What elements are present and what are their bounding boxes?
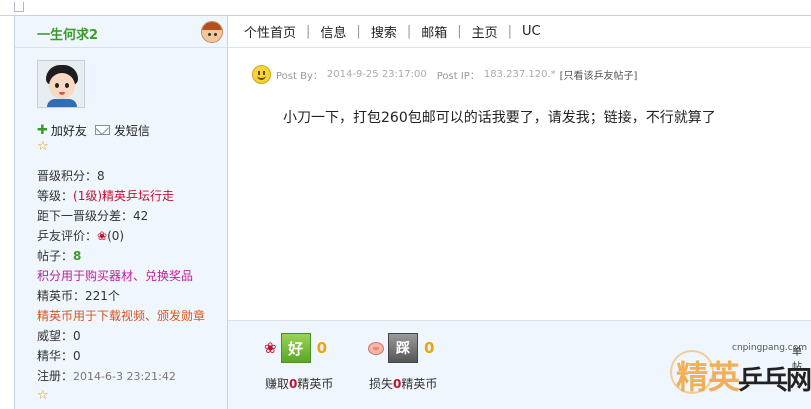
- plus-icon: ✚: [37, 122, 48, 138]
- sidebar-header: 一生何求2: [15, 16, 227, 48]
- post-meta: Post By： 2014-9-25 23:17:00 Post IP： 183…: [252, 64, 637, 84]
- user-actions: ✚ 加好友 发短信: [37, 122, 150, 138]
- earn-coins-label: 赚取0精英币: [265, 377, 334, 391]
- nav-mailbox[interactable]: 邮箱: [421, 22, 447, 41]
- stat-prestige: 威望：0: [37, 329, 81, 343]
- coins-usage-link[interactable]: 精英币用于下载视频、颁发勋章: [37, 306, 227, 326]
- stat-posts: 帖子：8: [37, 249, 82, 263]
- post-ip-label: Post IP：: [436, 70, 480, 82]
- user-nav: 个性首页 | 信息 | 搜索 | 邮箱 | 主页 | UC: [228, 16, 811, 48]
- user-stats: 晋级积分：8 等级：(1级)精英乒坛行走 距下一晋级分差：42 乒友评价：❀(0…: [37, 166, 227, 386]
- star-icon: ☆: [37, 139, 49, 154]
- nav-home[interactable]: 个性首页: [244, 22, 296, 41]
- tread-icon[interactable]: 踩: [388, 333, 418, 363]
- site-watermark: cnpingpang.com 单帖 精英 乒乓网: [670, 336, 811, 409]
- nav-search[interactable]: 搜索: [371, 22, 397, 41]
- send-message-link[interactable]: 发短信: [114, 122, 150, 139]
- add-friend-link[interactable]: 加好友: [51, 122, 87, 139]
- only-this-user-link[interactable]: [只看该乒友帖子]: [560, 67, 638, 82]
- nav-uc[interactable]: UC: [522, 24, 541, 39]
- smiley-icon: [252, 64, 271, 84]
- top-strip: [0, 0, 811, 16]
- bad-count: 0: [424, 339, 435, 357]
- stat-points: 晋级积分：8: [37, 169, 105, 183]
- nav-info[interactable]: 信息: [320, 22, 346, 41]
- username-link[interactable]: 一生何求2: [37, 24, 98, 43]
- points-usage-link[interactable]: 积分用于购买器材、兑换奖品: [37, 266, 227, 286]
- rate-bad[interactable]: 踩 0: [368, 333, 434, 363]
- stat-coins: 精英币：221个: [37, 289, 120, 303]
- stat-registered: 注册：2014-6-3 23:21:42: [37, 369, 176, 383]
- stat-essence: 精华：0: [37, 349, 81, 363]
- post-by-label: Post By：: [276, 70, 323, 82]
- star-icon: ☆: [37, 388, 49, 403]
- top-checkbox-icon: [14, 2, 24, 12]
- mail-icon: [94, 125, 110, 135]
- pig-icon: [368, 341, 384, 355]
- good-count: 0: [316, 339, 328, 357]
- lose-coins-label: 损失0精英币: [369, 377, 438, 391]
- post-time: 2014-9-25 23:17:00: [326, 68, 427, 80]
- post-ip: 183.237.120.*: [483, 68, 556, 80]
- nav-homepage[interactable]: 主页: [472, 22, 498, 41]
- good-icon[interactable]: 好: [280, 333, 311, 363]
- watermark-brand-a: 精英: [676, 358, 741, 396]
- rate-good[interactable]: ❀ 好 0: [264, 333, 327, 363]
- stat-evaluation: 乒友评价：❀(0): [37, 229, 125, 243]
- user-face-icon: [201, 21, 223, 43]
- stat-level: 等级：(1级)精英乒坛行走: [37, 189, 175, 203]
- post-content: 小刀一下，打包260包邮可以的话我要了，请发我；链接，不行就算了: [283, 110, 716, 126]
- avatar[interactable]: [37, 60, 85, 108]
- flower-icon: ❀: [97, 229, 108, 243]
- user-sidebar: 一生何求2 ✚ 加好友 发短信 ☆ 晋级积分：8 等级：(1级)精英乒坛行走 距…: [14, 16, 228, 409]
- stat-next-level: 距下一晋级分差：42: [37, 209, 149, 223]
- watermark-brand-b: 乒乓网: [738, 366, 811, 396]
- rose-icon: ❀: [264, 339, 277, 357]
